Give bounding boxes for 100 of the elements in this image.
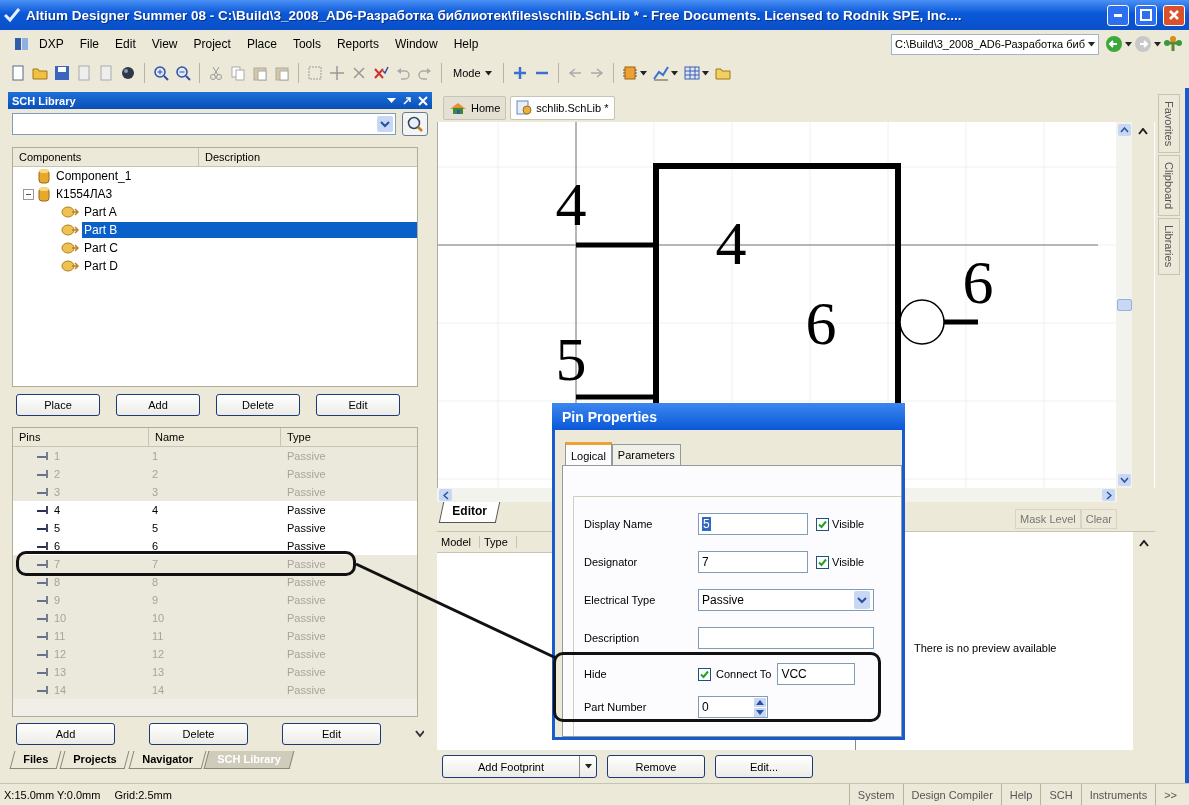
plus-icon[interactable] [511,65,528,81]
chevron-up-icon[interactable] [1139,540,1149,547]
spin-field[interactable]: 0 [698,696,768,718]
x-mark-icon[interactable] [373,65,389,81]
button[interactable]: Edit... [715,755,813,778]
mask-level-button[interactable]: Mask Level [1015,509,1081,529]
folder-icon[interactable] [714,65,731,81]
input-field[interactable]: 7 [698,551,808,573]
input-field[interactable]: 5 [698,513,808,535]
tree-item[interactable]: Part D [82,258,120,274]
caret-icon[interactable] [701,70,709,76]
document-tab[interactable]: schlib.SchLib * [510,96,615,120]
checkbox[interactable] [816,555,829,569]
menu-item[interactable]: DXP [32,35,71,53]
tree-item[interactable]: Part A [82,204,119,220]
column-header[interactable]: Description [199,148,417,166]
status-button[interactable]: System [848,784,903,805]
add-footprint-button[interactable]: Add Footprint [442,755,597,778]
panel-tab[interactable]: Files [9,751,62,769]
zoom-in-icon[interactable] [153,65,169,81]
scrollbar-thumb[interactable] [1116,299,1132,311]
column-header[interactable]: Type [479,536,517,548]
menu-item[interactable]: View [144,35,185,53]
menu-item[interactable]: Reports [329,35,386,53]
mode-button[interactable]: Mode [450,66,495,80]
spin-down-icon[interactable] [756,709,764,715]
dropdown[interactable]: Passive [698,589,874,611]
column-header[interactable]: Type [281,428,417,446]
menu-item[interactable]: Help [446,35,486,53]
path-dropdown[interactable]: C:\Build\3_2008_AD6-Разработка биб [891,33,1099,55]
scroll-right-icon[interactable] [1105,490,1112,500]
minimize-button[interactable] [1107,4,1129,26]
document-tab[interactable]: Home [443,96,507,120]
button[interactable]: Add [116,394,200,416]
clipboard-icon[interactable] [252,65,268,81]
input-field[interactable] [698,627,874,649]
cross-icon[interactable] [351,65,367,81]
tree-item[interactable]: Component_1 [54,168,134,184]
menu-item[interactable]: Tools [285,35,328,53]
collapse-icon[interactable] [23,188,34,200]
maximize-button[interactable] [1135,4,1157,26]
side-tab[interactable]: Favorites [1158,94,1180,154]
tab[interactable]: Parameters [611,444,681,465]
save-icon[interactable] [54,65,70,81]
tree-item[interactable]: К1554ЛА3 [54,186,115,202]
menu-item[interactable]: Project [186,35,238,53]
panel-tab[interactable]: Projects [59,751,130,769]
button[interactable]: Edit [316,394,400,416]
button[interactable]: Delete [216,394,300,416]
checkbox[interactable] [698,667,711,681]
menu-item[interactable]: Window [387,35,445,53]
caret-icon[interactable] [1125,41,1132,47]
column-header[interactable]: Pins [13,428,149,446]
input-field[interactable]: VCC [777,663,856,685]
editor-tab[interactable]: Editor [438,502,500,523]
button[interactable]: Edit [282,723,381,745]
side-tab[interactable]: Libraries [1158,218,1180,275]
menu-item[interactable]: Place [239,35,284,53]
graph-icon[interactable] [652,65,669,81]
folder-icon[interactable] [32,65,48,81]
caret-icon[interactable] [387,97,396,104]
menu-item[interactable]: File [72,35,107,53]
button[interactable]: Add [16,723,115,745]
caret-icon[interactable] [1154,41,1161,47]
sphere-icon[interactable] [120,65,136,81]
tree-item[interactable]: Part C [82,240,120,256]
caret-icon[interactable] [670,70,678,76]
pin-icon[interactable] [402,95,412,106]
table-row[interactable]: 4 4 Passive [13,501,417,519]
document-icon[interactable] [10,65,26,81]
table-row[interactable]: 5 5 Passive [13,519,417,537]
scroll-down-icon[interactable] [1119,477,1129,483]
button[interactable]: Place [16,394,100,416]
close-button[interactable] [1163,4,1185,26]
status-button[interactable]: Instruments [1080,784,1156,805]
chevron-down-icon[interactable] [415,730,424,738]
spin-up-icon[interactable] [756,699,764,705]
zoom-out-icon[interactable] [175,65,191,81]
button[interactable]: Remove [607,755,705,778]
chevron-up-icon[interactable] [1138,128,1148,135]
menu-item[interactable]: Edit [108,35,143,53]
scroll-up-icon[interactable] [1119,127,1129,133]
status-button[interactable]: Help [1000,784,1041,805]
column-header[interactable]: Name [149,428,281,446]
search-button[interactable] [402,112,428,136]
button[interactable]: Delete [149,723,248,745]
status-button[interactable]: Design Compiler [902,784,1001,805]
scrollbar[interactable] [1116,122,1132,488]
scroll-left-icon[interactable] [442,490,449,500]
column-header[interactable]: Components [13,148,199,166]
checkbox[interactable] [816,517,829,531]
tree-item[interactable]: Part B [82,222,417,238]
filter-field[interactable] [12,113,396,135]
status-button[interactable]: >> [1155,784,1185,805]
tab[interactable]: Logical [565,442,612,466]
close-icon[interactable] [418,95,428,106]
status-button[interactable]: SCH [1040,784,1081,805]
clear-button[interactable]: Clear [1080,509,1117,529]
panel-tab[interactable]: Navigator [128,751,206,769]
clipboard-icon[interactable] [274,65,290,81]
